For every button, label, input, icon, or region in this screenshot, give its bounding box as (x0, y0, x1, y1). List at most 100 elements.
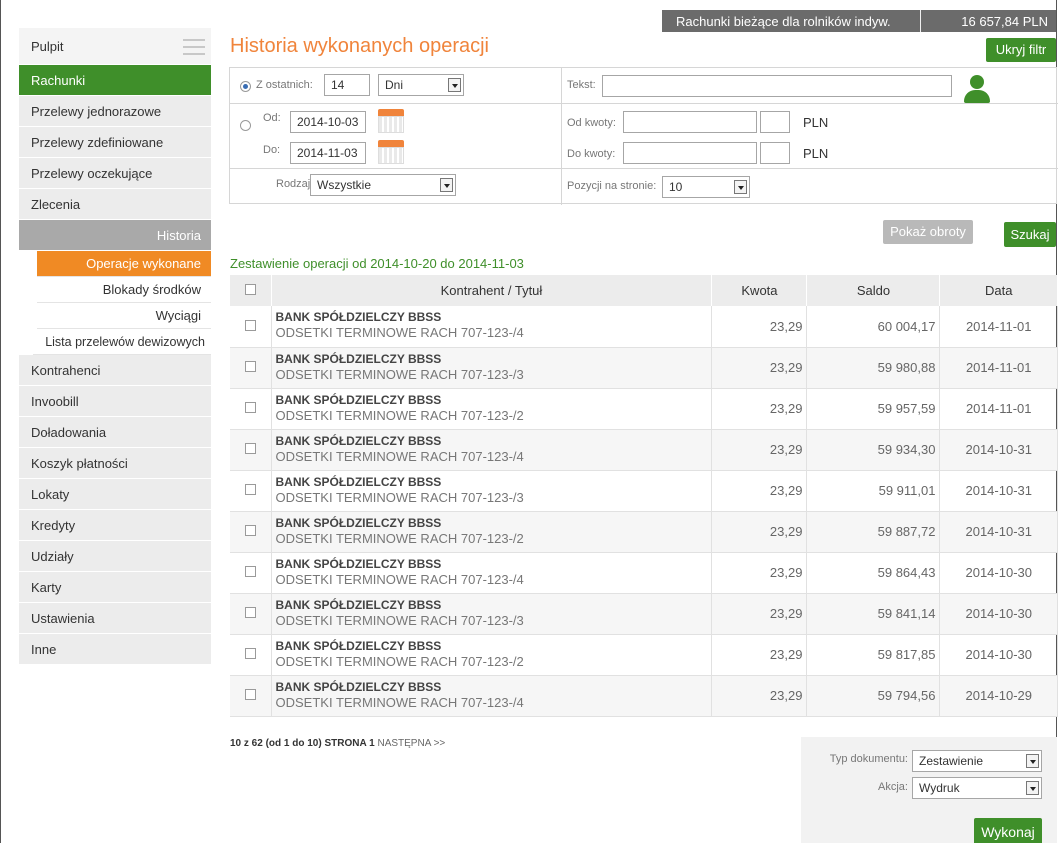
calendar-icon[interactable] (378, 140, 404, 164)
date-to-input[interactable]: 2014-11-03 (290, 142, 366, 164)
operations-summary: Zestawienie operacji od 2014-10-20 do 20… (230, 256, 524, 271)
sidebar-item-lokaty[interactable]: Lokaty (19, 479, 211, 510)
sidebar-item-kredyty[interactable]: Kredyty (19, 510, 211, 541)
document-type-select[interactable]: Zestawienie (912, 750, 1042, 772)
amount-from-cents-input[interactable] (760, 111, 790, 133)
amount-from-input[interactable] (623, 111, 757, 133)
pagination-next-link[interactable]: NASTĘPNA >> (377, 738, 445, 749)
row-amount: 23,29 (711, 429, 808, 471)
operation-type-select[interactable]: Wszystkie (310, 174, 456, 196)
row-select-cell (230, 593, 272, 635)
table-row[interactable]: BANK SPÓŁDZIELCZY BBSS ODSETKI TERMINOWE … (230, 634, 1058, 676)
last-days-radio[interactable] (240, 81, 251, 92)
filter-divider-1 (230, 103, 1058, 104)
row-contractor-cell: BANK SPÓŁDZIELCZY BBSS ODSETKI TERMINOWE … (271, 388, 713, 430)
row-balance: 59 911,01 (806, 470, 941, 512)
submenu-item-blokady-srodkow[interactable]: Blokady środków (37, 277, 211, 303)
sidebar-item-ustawienia[interactable]: Ustawienia (19, 603, 211, 634)
row-amount: 23,29 (711, 511, 808, 553)
hide-filter-button[interactable]: Ukryj filtr (986, 38, 1056, 62)
sidebar-item-karty[interactable]: Karty (19, 572, 211, 603)
last-days-input[interactable]: 14 (324, 74, 370, 96)
sidebar-item-historia[interactable]: Historia (19, 220, 211, 251)
calendar-icon[interactable] (378, 109, 404, 133)
row-checkbox[interactable] (244, 443, 256, 454)
row-date: 2014-11-01 (939, 388, 1058, 430)
page-title: Historia wykonanych operacji (230, 35, 490, 57)
action-label: Akcja: (878, 781, 908, 793)
submenu-item-lista-przelewow-dewizowych[interactable]: Lista przelewów dewizowych (33, 329, 211, 355)
select-all-checkbox[interactable] (244, 284, 256, 295)
sidebar-item-invoobill[interactable]: Invoobill (19, 386, 211, 417)
row-checkbox[interactable] (244, 361, 256, 372)
amount-to-cents-input[interactable] (760, 142, 790, 164)
row-title: ODSETKI TERMINOWE RACH 707-123-/3 (275, 612, 524, 628)
column-balance[interactable]: Saldo (806, 275, 941, 306)
document-panel: Typ dokumentu: Zestawienie Akcja: Wydruk… (801, 737, 1057, 843)
action-select[interactable]: Wydruk (912, 777, 1042, 799)
sidebar-item-inne[interactable]: Inne (19, 634, 211, 665)
table-row[interactable]: BANK SPÓŁDZIELCZY BBSS ODSETKI TERMINOWE … (230, 552, 1058, 594)
row-contractor-name: BANK SPÓŁDZIELCZY BBSS (275, 433, 442, 448)
table-row[interactable]: BANK SPÓŁDZIELCZY BBSS ODSETKI TERMINOWE … (230, 593, 1058, 635)
submenu-item-wyciagi[interactable]: Wyciągi (37, 303, 211, 329)
row-checkbox[interactable] (244, 689, 256, 700)
column-amount[interactable]: Kwota (711, 275, 808, 306)
sidebar-item-rachunki[interactable]: Rachunki (19, 65, 211, 96)
contractor-icon[interactable] (962, 75, 992, 103)
account-name: Rachunki bieżące dla rolników indyw. (676, 13, 891, 29)
row-contractor-cell: BANK SPÓŁDZIELCZY BBSS ODSETKI TERMINOWE … (271, 511, 713, 553)
menu-icon[interactable] (183, 39, 205, 60)
row-checkbox[interactable] (244, 648, 256, 659)
table-row[interactable]: BANK SPÓŁDZIELCZY BBSS ODSETKI TERMINOWE … (230, 675, 1058, 717)
sidebar-item-udzialy[interactable]: Udziały (19, 541, 211, 572)
sidebar-item-przelewy-oczekujace[interactable]: Przelewy oczekujące (19, 158, 211, 189)
execute-button[interactable]: Wykonaj (974, 818, 1042, 843)
table-row[interactable]: BANK SPÓŁDZIELCZY BBSS ODSETKI TERMINOWE … (230, 511, 1058, 553)
select-all-cell (230, 275, 272, 306)
row-contractor-cell: BANK SPÓŁDZIELCZY BBSS ODSETKI TERMINOWE … (271, 429, 713, 471)
table-row[interactable]: BANK SPÓŁDZIELCZY BBSS ODSETKI TERMINOWE … (230, 429, 1058, 471)
row-checkbox[interactable] (244, 607, 256, 618)
row-contractor-name: BANK SPÓŁDZIELCZY BBSS (275, 679, 442, 694)
column-contractor-title[interactable]: Kontrahent / Tytuł (271, 275, 713, 306)
submenu-item-operacje-wykonane[interactable]: Operacje wykonane (37, 251, 211, 277)
sidebar-item-przelewy-zdefiniowane[interactable]: Przelewy zdefiniowane (19, 127, 211, 158)
date-range-radio[interactable] (240, 120, 251, 131)
period-unit-select[interactable]: Dni (378, 74, 464, 96)
date-from-input[interactable]: 2014-10-03 (290, 111, 366, 133)
sidebar-item-koszyk-platnosci[interactable]: Koszyk płatności (19, 448, 211, 479)
amount-to-input[interactable] (623, 142, 757, 164)
show-turnover-button[interactable]: Pokaż obroty (883, 220, 973, 244)
per-page-select[interactable]: 10 (662, 176, 750, 198)
table-row[interactable]: BANK SPÓŁDZIELCZY BBSS ODSETKI TERMINOWE … (230, 470, 1058, 512)
sidebar-item-pulpit[interactable]: Pulpit (19, 28, 211, 65)
sidebar-item-kontrahenci[interactable]: Kontrahenci (19, 355, 211, 386)
column-date[interactable]: Data (939, 275, 1058, 306)
sidebar-item-doladowania[interactable]: Doładowania (19, 417, 211, 448)
row-title: ODSETKI TERMINOWE RACH 707-123-/4 (275, 694, 524, 710)
text-search-input[interactable] (602, 75, 952, 97)
row-balance: 59 841,14 (806, 593, 941, 635)
sidebar-item-zlecenia[interactable]: Zlecenia (19, 189, 211, 220)
chevron-down-icon (1026, 754, 1039, 768)
row-amount: 23,29 (711, 552, 808, 594)
sidebar-item-przelewy-jednorazowe[interactable]: Przelewy jednorazowe (19, 96, 211, 127)
table-row[interactable]: BANK SPÓŁDZIELCZY BBSS ODSETKI TERMINOWE … (230, 388, 1058, 430)
row-contractor-name: BANK SPÓŁDZIELCZY BBSS (275, 597, 442, 612)
row-title: ODSETKI TERMINOWE RACH 707-123-/3 (275, 366, 524, 382)
table-row[interactable]: BANK SPÓŁDZIELCZY BBSS ODSETKI TERMINOWE … (230, 306, 1058, 348)
row-checkbox[interactable] (244, 484, 256, 495)
row-checkbox[interactable] (244, 525, 256, 536)
row-date: 2014-11-01 (939, 347, 1058, 389)
account-bar[interactable]: Rachunki bieżące dla rolników indyw. 16 … (662, 10, 1056, 32)
row-balance: 59 864,43 (806, 552, 941, 594)
table-row[interactable]: BANK SPÓŁDZIELCZY BBSS ODSETKI TERMINOWE … (230, 347, 1058, 389)
row-checkbox[interactable] (244, 402, 256, 413)
row-checkbox[interactable] (244, 566, 256, 577)
row-contractor-cell: BANK SPÓŁDZIELCZY BBSS ODSETKI TERMINOWE … (271, 593, 713, 635)
row-checkbox[interactable] (244, 319, 256, 331)
operations-table-body: BANK SPÓŁDZIELCZY BBSS ODSETKI TERMINOWE … (230, 306, 1058, 717)
search-button[interactable]: Szukaj (1004, 222, 1056, 247)
filter-divider-vertical (561, 68, 562, 205)
